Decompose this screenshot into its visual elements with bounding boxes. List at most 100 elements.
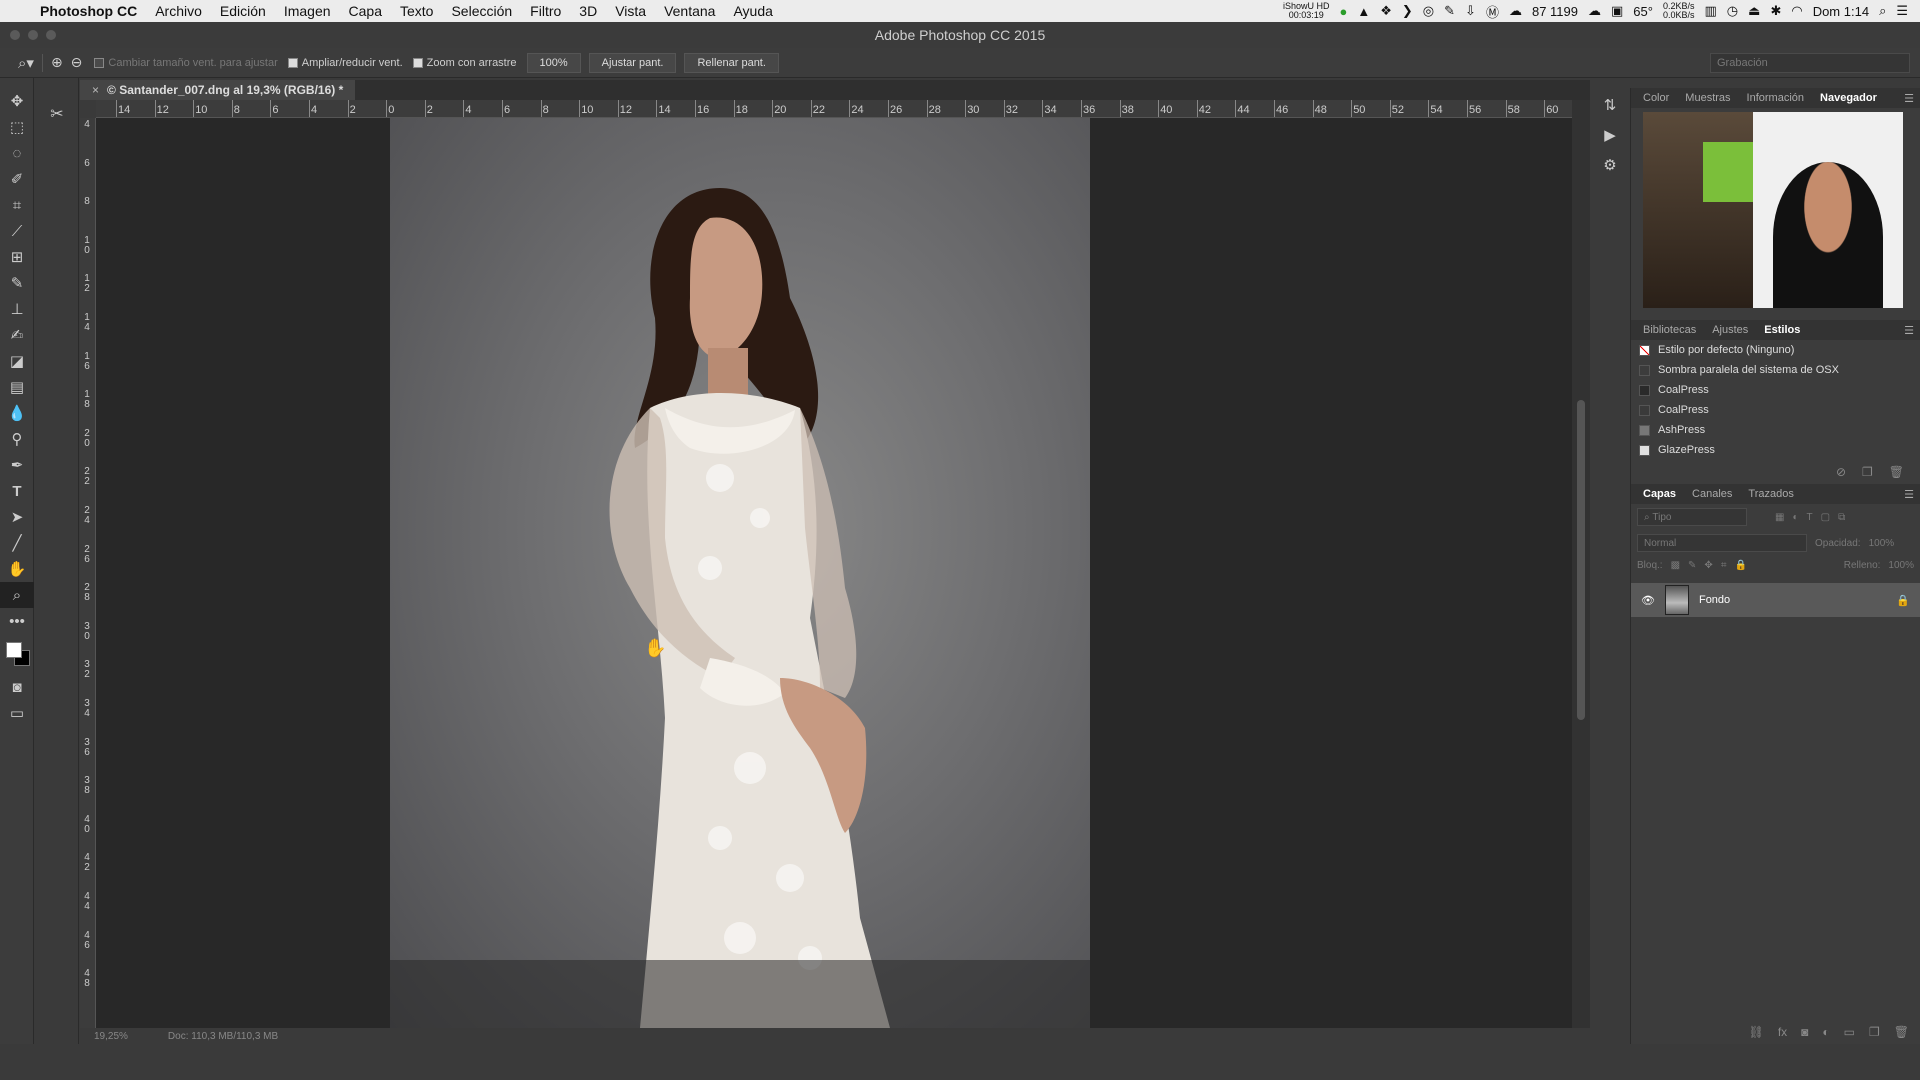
spotlight-icon[interactable]: ⌕ [1879,3,1886,19]
eraser-tool-icon[interactable]: ◪ [0,348,34,374]
scrubby-zoom-checkbox[interactable]: Zoom con arrastre [412,57,517,69]
lock-position-icon[interactable]: ✥ [1704,560,1712,571]
resize-windows-checkbox[interactable]: Cambiar tamaño vent. para ajustar [94,57,278,69]
menu-edicion[interactable]: Edición [220,3,266,19]
layer-name[interactable]: Fondo [1699,594,1730,606]
memory-bars-icon[interactable]: ▥ [1705,3,1717,19]
document-info[interactable]: Doc: 110,3 MB/110,3 MB [168,1031,278,1042]
tab-trazados[interactable]: Trazados [1740,488,1801,500]
tab-navegador[interactable]: Navegador [1812,92,1885,104]
actions-play-icon[interactable]: ▶ [1592,120,1628,150]
notification-center-icon[interactable]: ☰ [1896,3,1908,19]
layer-filter-select[interactable]: ⌕ Tipo [1637,508,1747,526]
document-tab[interactable]: × © Santander_007.dng al 19,3% (RGB/16) … [80,80,356,100]
line-tool-icon[interactable]: ╱ [0,530,34,556]
record-dot-icon[interactable]: ● [1340,4,1348,19]
wifi-icon[interactable]: ◠ [1791,3,1802,19]
workspace-selector[interactable]: Grabación [1710,53,1910,73]
weather-icon[interactable]: ☁ [1588,3,1601,19]
style-item[interactable]: Estilo por defecto (Ninguno) [1631,340,1920,360]
counter-readout[interactable]: 87 1199 [1532,4,1578,19]
tool-presets-icon[interactable]: ✂ [35,104,79,124]
layer-row[interactable]: 👁 Fondo 🔒 [1631,583,1920,617]
new-adjustment-layer-icon[interactable]: ◐ [1822,1025,1829,1039]
style-item[interactable]: GlazePress [1631,440,1920,460]
foreground-color-swatch[interactable] [6,642,22,658]
link-layers-icon[interactable]: ⛓ [1749,1025,1764,1039]
sync-icon[interactable]: ◎ [1423,3,1434,19]
tab-muestras[interactable]: Muestras [1677,92,1738,104]
history-brush-tool-icon[interactable]: ✍ [0,322,34,348]
delete-style-icon[interactable]: 🗑 [1889,465,1904,479]
filter-type-icon[interactable]: T [1807,512,1813,523]
new-layer-icon[interactable]: ❐ [1869,1025,1880,1039]
menu-archivo[interactable]: Archivo [155,3,202,19]
fit-screen-button[interactable]: Ajustar pant. [588,52,677,73]
marquee-tool-icon[interactable]: ⬚ [0,114,34,140]
tab-canales[interactable]: Canales [1684,488,1740,500]
add-mask-icon[interactable]: ◙ [1801,1025,1808,1039]
opacity-value[interactable]: 100% [1869,538,1895,549]
style-item[interactable]: CoalPress [1631,400,1920,420]
blend-mode-select[interactable]: Normal [1637,534,1807,552]
clock[interactable]: Dom 1:14 [1813,4,1869,19]
tab-ajustes[interactable]: Ajustes [1704,324,1756,336]
zoom-all-windows-checkbox[interactable]: Ampliar/reducir vent. [287,57,403,69]
quick-selection-tool-icon[interactable]: ✐ [0,166,34,192]
drive-icon[interactable]: ▲ [1357,4,1370,19]
vertical-ruler[interactable]: 4 6 8 10 12 14 16 18 20 22 24 26 28 30 32 34 36 38 40 42 44 4… [80,118,96,1028]
zoom-in-icon[interactable]: ⊕ [51,54,63,71]
canvas-vertical-scrollbar[interactable] [1572,100,1590,1028]
navigator-preview[interactable] [1643,112,1903,308]
eyedropper-tool-icon[interactable]: ⟋ [0,218,34,244]
screen-mode-icon[interactable]: ▭ [0,700,34,726]
zoom-out-icon[interactable]: ⊖ [71,54,83,71]
pen-tool-icon[interactable]: ✒ [0,452,34,478]
layers-panel-menu-icon[interactable]: ☰ [1904,488,1920,501]
healing-brush-tool-icon[interactable]: ⊞ [0,244,34,270]
m-badge-icon[interactable]: Ⓜ [1486,2,1499,21]
menu-imagen[interactable]: Imagen [284,3,331,19]
menu-filtro[interactable]: Filtro [530,3,561,19]
fill-value[interactable]: 100% [1888,560,1914,571]
layer-lock-icon[interactable]: 🔒 [1896,594,1910,607]
styles-panel-menu-icon[interactable]: ☰ [1904,324,1920,337]
delete-layer-icon[interactable]: 🗑 [1894,1025,1909,1039]
tab-capas[interactable]: Capas [1635,488,1684,500]
gradient-tool-icon[interactable]: ▤ [0,374,34,400]
zoom-level-field[interactable]: 19,25% [94,1031,128,1042]
network-monitor[interactable]: 0.2KB/s 0.0KB/s [1663,2,1695,20]
document-canvas[interactable]: ✋ [96,118,1572,1028]
more-tools-icon[interactable]: ••• [0,608,34,634]
menu-vista[interactable]: Vista [615,3,646,19]
clone-stamp-tool-icon[interactable]: ⊥ [0,296,34,322]
clear-style-icon[interactable]: ⊘ [1836,465,1846,479]
download-icon[interactable]: ⇩ [1465,3,1476,19]
filter-shape-icon[interactable]: ▢ [1821,512,1830,523]
quick-mask-icon[interactable]: ◙ [0,674,34,700]
tab-informacion[interactable]: Información [1739,92,1812,104]
prompt-icon[interactable]: ❯ [1402,3,1413,19]
layer-effects-icon[interactable]: fx [1778,1025,1787,1039]
crop-tool-icon[interactable]: ⌗ [0,192,34,218]
lasso-tool-icon[interactable]: ◌ [0,140,34,166]
ishowu-status[interactable]: iShowU HD 00:03:19 [1283,2,1330,20]
blur-tool-icon[interactable]: 💧 [0,400,34,426]
pen-icon[interactable]: ✎ [1444,3,1455,19]
zoom-tool-preset-icon[interactable]: ⌕▾ [18,54,34,72]
style-item[interactable]: Sombra paralela del sistema de OSX [1631,360,1920,380]
filter-smart-object-icon[interactable]: ⧉ [1838,512,1845,523]
type-tool-icon[interactable]: T [0,478,34,504]
new-group-icon[interactable]: ▭ [1844,1025,1855,1039]
panel-menu-icon[interactable]: ☰ [1904,92,1920,105]
new-style-icon[interactable]: ❐ [1862,465,1873,479]
lock-transparency-icon[interactable]: ▩ [1671,560,1680,571]
tab-estilos[interactable]: Estilos [1756,324,1808,336]
fill-screen-button[interactable]: Rellenar pant. [684,52,779,73]
eject-icon[interactable]: ⏏ [1748,3,1760,19]
menu-ayuda[interactable]: Ayuda [733,3,772,19]
cloud-icon[interactable]: ☁ [1509,3,1522,19]
path-selection-tool-icon[interactable]: ➤ [0,504,34,530]
lock-image-icon[interactable]: ✎ [1688,560,1696,571]
dropbox-icon[interactable]: ❖ [1380,3,1392,19]
